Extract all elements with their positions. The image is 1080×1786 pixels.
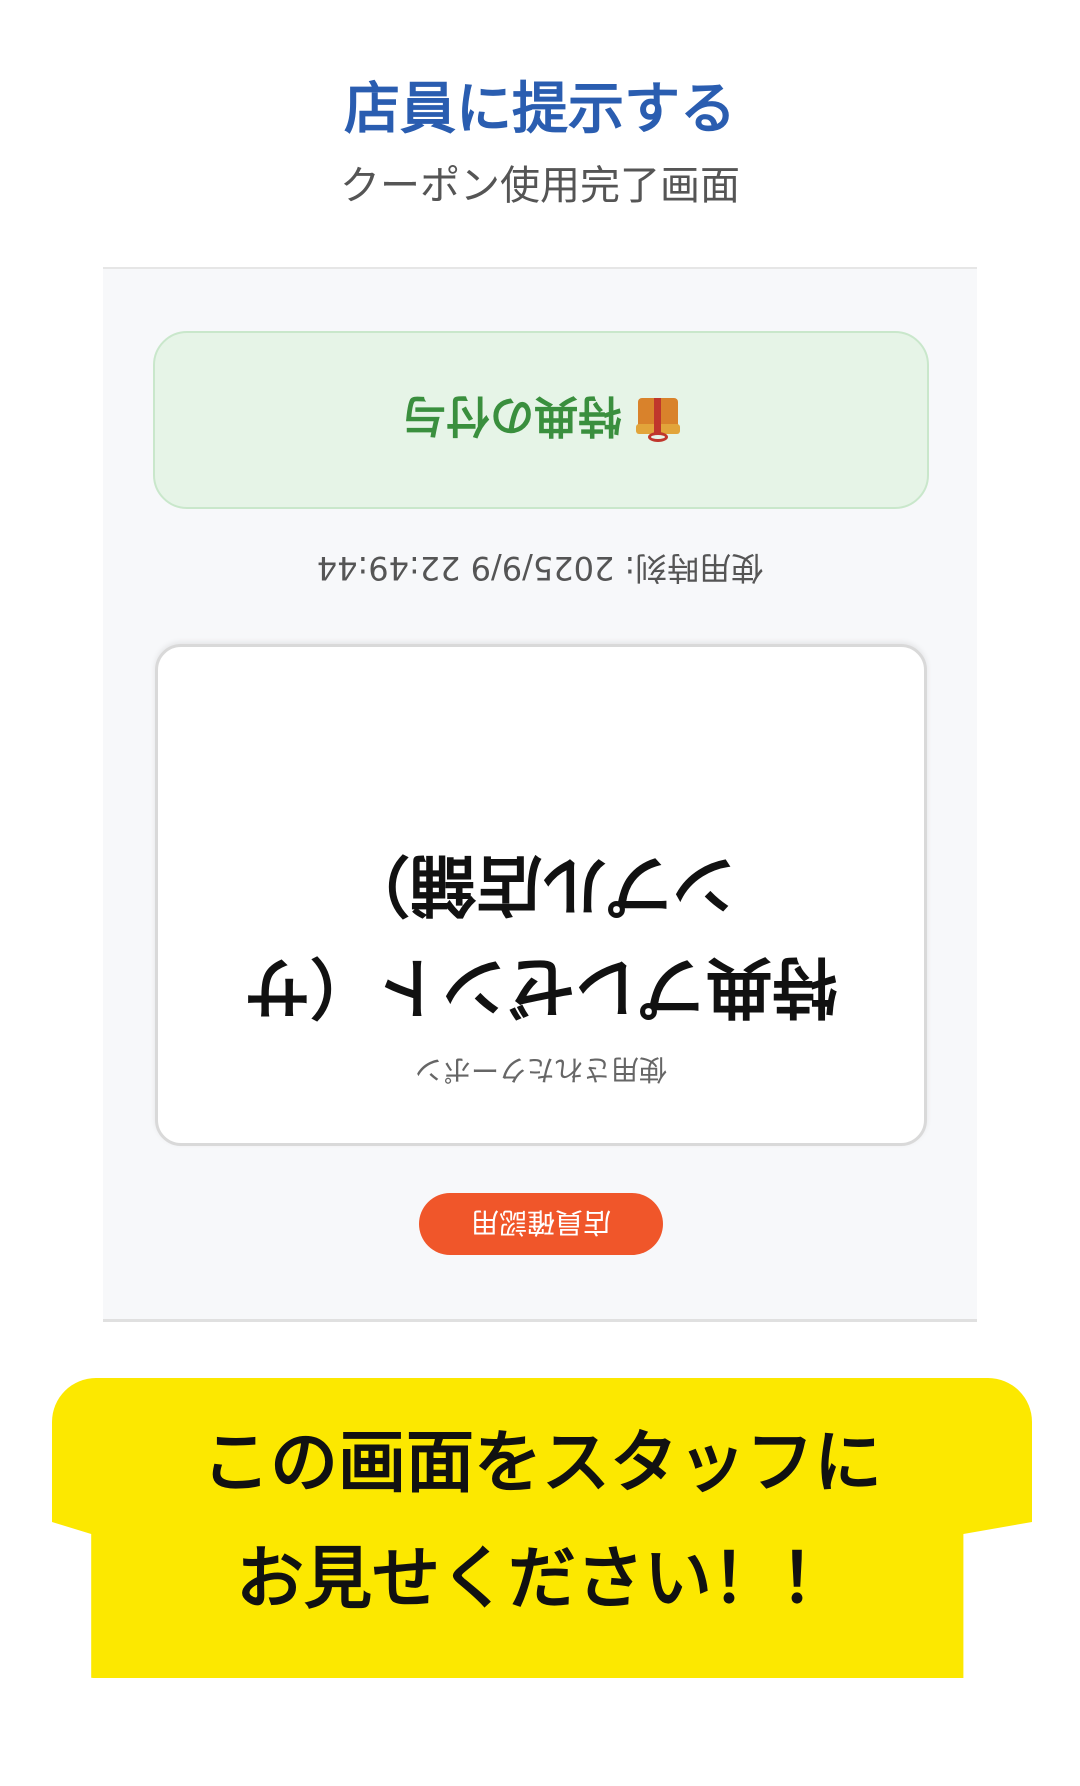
- notice-line-1: この画面をスタッフに: [201, 1424, 882, 1503]
- staff-confirm-button[interactable]: 店員確認用: [419, 1193, 663, 1255]
- coupon-caption: 使用されたクーポン: [415, 1053, 668, 1086]
- reward-badge-label: 特典の付与: [402, 390, 622, 441]
- header-subtitle: クーポン使用完了画面: [340, 163, 740, 209]
- coupon-completion-screen: 特典の付与 使用時刻: 2025/9/9 22:49:44 使用されたクーポン …: [103, 267, 977, 1322]
- coupon-name: 特典プレゼント（サンプル店舗）: [244, 846, 838, 1025]
- usage-time: 使用時刻: 2025/9/9 22:49:44: [316, 549, 764, 587]
- notice-banner: この画面をスタッフに お見せください！！: [52, 1378, 1032, 1678]
- reward-badge: 特典の付与: [153, 331, 929, 509]
- gift-icon: [636, 398, 680, 442]
- coupon-card: 使用されたクーポン 特典プレゼント（サンプル店舗）: [155, 644, 927, 1146]
- notice-line-2: お見せください！！: [235, 1540, 848, 1619]
- header-title: 店員に提示する: [344, 77, 736, 142]
